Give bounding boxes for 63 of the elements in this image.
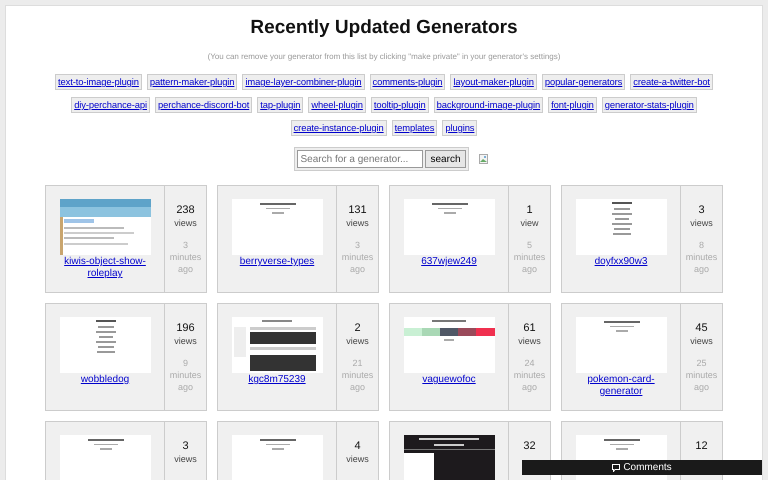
view-count: 1 [526, 204, 533, 217]
updated-time: 25 minutes ago [686, 357, 718, 393]
updated-time: 9 minutes ago [170, 357, 202, 393]
view-count: 32 [523, 440, 536, 453]
view-count: 196 [176, 322, 195, 335]
generator-link[interactable]: vaguewofoc [422, 374, 476, 386]
view-count: 61 [523, 322, 536, 335]
tag-link[interactable]: wheel-plugin [308, 97, 366, 113]
views-label: views [174, 217, 197, 229]
views-label: views [518, 335, 541, 347]
tag-link[interactable]: popular-generators [542, 74, 626, 90]
tag-link[interactable]: generator-stats-plugin [602, 97, 697, 113]
view-count: 131 [348, 204, 367, 217]
comments-bar[interactable]: Comments [522, 460, 762, 475]
views-label: views [690, 335, 713, 347]
tag-link[interactable]: create-a-twitter-bot [630, 74, 713, 90]
tag-link[interactable]: font-plugin [548, 97, 597, 113]
comment-icon [612, 464, 620, 472]
tag-link[interactable]: layout-maker-plugin [450, 74, 537, 90]
view-count: 45 [695, 322, 708, 335]
tag-link[interactable]: templates [392, 120, 438, 136]
search-button[interactable]: search [425, 150, 466, 168]
generator-link[interactable]: wobbledog [80, 374, 130, 386]
tag-link[interactable]: create-instance-plugin [290, 120, 387, 136]
tag-link[interactable]: tooltip-plugin [370, 97, 429, 113]
views-label: views [174, 453, 197, 465]
tag-link[interactable]: comments-plugin [370, 74, 446, 90]
updated-time: 21 minutes ago [342, 357, 374, 393]
generator-link[interactable]: kgc8m75239 [248, 374, 306, 386]
views-label: views [346, 217, 369, 229]
updated-time: 24 minutes ago [514, 357, 546, 393]
updated-time: 8 minutes ago [686, 239, 718, 275]
view-count: 2 [354, 322, 361, 335]
page-title: Recently Updated Generators [250, 17, 518, 39]
view-count: 4 [354, 440, 361, 453]
tag-link[interactable]: tap-plugin [257, 97, 304, 113]
views-label: views [346, 335, 369, 347]
tag-link[interactable]: plugins [442, 120, 478, 136]
generator-link[interactable]: doyfxx90w3 [594, 256, 648, 268]
tag-link[interactable]: image-layer-combiner-plugin [242, 74, 365, 90]
generator-link[interactable]: kiwis-object-show-roleplay [55, 256, 155, 280]
views-label: views [174, 335, 197, 347]
search-field[interactable]: Search for a generator... [297, 150, 424, 168]
views-label: views [346, 453, 369, 465]
views-label: view [520, 217, 538, 229]
view-count: 238 [176, 204, 195, 217]
updated-time: 5 minutes ago [514, 239, 546, 275]
updated-time: 3 minutes ago [170, 239, 202, 275]
views-label: views [690, 217, 713, 229]
tag-link[interactable]: pattern-maker-plugin [146, 74, 238, 90]
tag-link[interactable]: background-image-plugin [434, 97, 544, 113]
generator-link[interactable]: pokemon-card-generator [571, 374, 671, 398]
tag-link[interactable]: perchance-discord-bot [155, 97, 252, 113]
tag-link[interactable]: text-to-image-plugin [55, 74, 142, 90]
updated-time: 3 minutes ago [342, 239, 374, 275]
broken-image-icon [478, 154, 488, 164]
view-count: 12 [695, 440, 708, 453]
view-count: 3 [182, 440, 189, 453]
generator-link[interactable]: berryverse-types [240, 256, 314, 268]
generator-link[interactable]: 637wjew249 [421, 256, 477, 268]
view-count: 3 [698, 204, 705, 217]
hint-text: (You can remove your generator from this list by clicking "make private" in your generator's settings) [208, 52, 560, 61]
tag-link[interactable]: diy-perchance-api [71, 97, 150, 113]
